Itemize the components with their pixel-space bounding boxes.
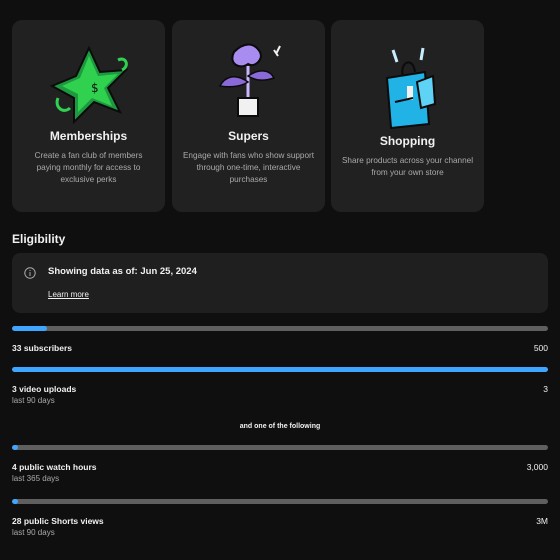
notice-text: Showing data as of: Jun 25, 2024 bbox=[48, 266, 197, 277]
eligibility-heading: Eligibility bbox=[12, 232, 66, 246]
progress-fill bbox=[12, 326, 48, 331]
requirement-target: 500 bbox=[533, 343, 548, 353]
progress-track bbox=[12, 326, 548, 331]
learn-more-link[interactable]: Learn more bbox=[48, 290, 89, 299]
progress-track bbox=[12, 499, 548, 504]
requirement-label: 33 subscribers bbox=[12, 343, 73, 353]
progress-fill bbox=[12, 367, 548, 372]
card-title: Memberships bbox=[49, 129, 128, 143]
card-description: Share products across your channel from … bbox=[341, 156, 474, 177]
requirement-label: 3 video uploads bbox=[12, 384, 77, 394]
progress-fill bbox=[12, 499, 18, 504]
progress-fill bbox=[12, 445, 18, 450]
requirement-period: last 90 days bbox=[12, 528, 55, 537]
card-title: Supers bbox=[228, 129, 269, 143]
supers-card[interactable]: Supers Engage with fans who show support… bbox=[172, 20, 325, 212]
requirement-target: 3 bbox=[543, 384, 548, 394]
data-date-notice: Showing data as of: Jun 25, 2024 Learn m… bbox=[12, 253, 548, 313]
requirement-label: 4 public watch hours bbox=[12, 462, 97, 472]
progress-track bbox=[12, 367, 548, 372]
features-cards: $ Memberships Create a fan club of membe… bbox=[12, 20, 484, 212]
card-description: Engage with fans who show support throug… bbox=[182, 151, 315, 184]
requirement-period: last 90 days bbox=[12, 396, 55, 405]
shopping-bag-icon bbox=[331, 42, 484, 132]
shopping-card[interactable]: Shopping Share products across your chan… bbox=[331, 20, 484, 212]
memberships-card[interactable]: $ Memberships Create a fan club of membe… bbox=[12, 20, 165, 212]
progress-track bbox=[12, 445, 548, 450]
card-title: Shopping bbox=[379, 134, 436, 148]
card-description: Create a fan club of members paying mont… bbox=[34, 151, 143, 184]
alternatives-separator: and one of the following bbox=[239, 423, 321, 430]
star-badge-icon: $ bbox=[12, 42, 165, 132]
requirement-period: last 365 days bbox=[12, 474, 60, 483]
svg-text:$: $ bbox=[91, 81, 99, 95]
potted-plant-icon bbox=[172, 42, 325, 132]
info-icon bbox=[24, 267, 36, 279]
requirement-target: 3M bbox=[536, 516, 548, 526]
requirement-target: 3,000 bbox=[526, 462, 548, 472]
requirement-label: 28 public Shorts views bbox=[12, 516, 104, 526]
